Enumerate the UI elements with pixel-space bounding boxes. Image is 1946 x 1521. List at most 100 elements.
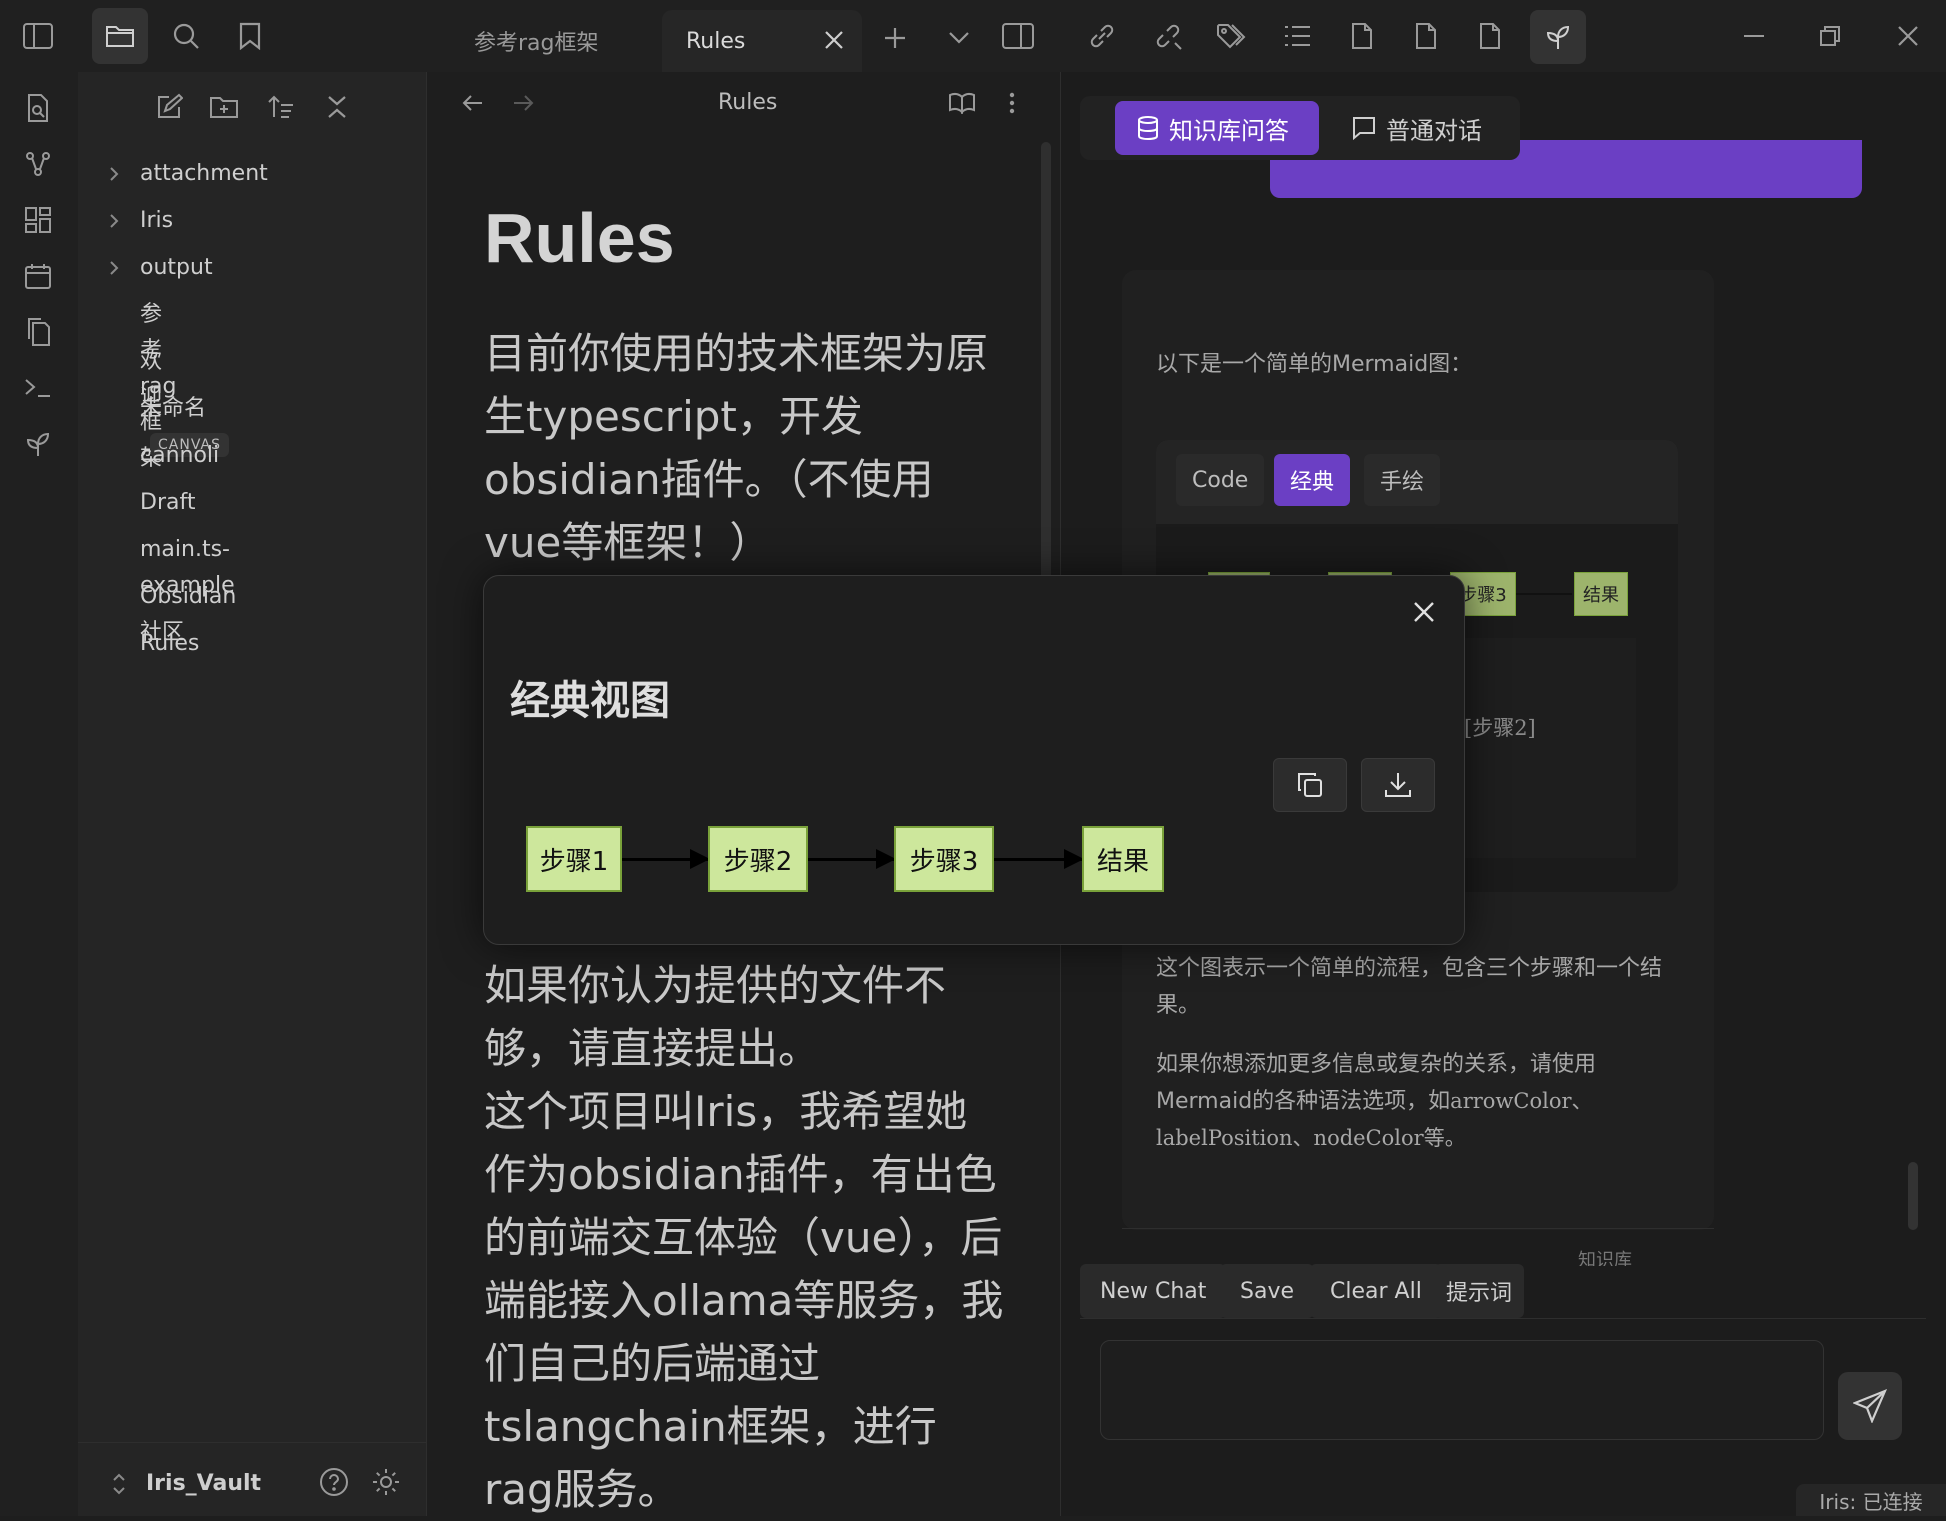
tree-item-obsidian-community[interactable]: Obsidian社区: [140, 579, 236, 645]
tree-item-welcome[interactable]: 欢迎: [140, 344, 162, 410]
graph-view-icon[interactable]: [10, 136, 66, 192]
copy-icon: [1298, 773, 1322, 797]
close-window-icon[interactable]: [1884, 16, 1932, 56]
bookmark-icon[interactable]: [222, 8, 278, 64]
new-folder-icon[interactable]: [205, 88, 243, 126]
tree-item-label: 未命名: [140, 396, 207, 421]
tab-label: Rules: [686, 28, 746, 54]
prompts-button[interactable]: 提示词: [1434, 1264, 1525, 1318]
open-quick-switcher-icon[interactable]: [10, 80, 66, 136]
paragraph-ask-files: 如果你认为提供的文件不够，请直接提出。: [484, 961, 947, 1073]
minimize-icon[interactable]: [1730, 16, 1778, 56]
divider: [1122, 1228, 1714, 1229]
restore-icon[interactable]: [1806, 16, 1854, 56]
mode-knowledge-base-button[interactable]: 知识库问答: [1115, 101, 1319, 155]
clear-all-button[interactable]: Clear All: [1310, 1264, 1442, 1318]
arrowhead: [1064, 849, 1084, 869]
tree-item-main-ts-example[interactable]: main.ts-example: [140, 532, 235, 598]
tree-item-attachment[interactable]: attachment: [140, 156, 268, 192]
vault-name[interactable]: Iris_Vault: [146, 1468, 261, 1500]
unlink-icon[interactable]: [1146, 16, 1190, 56]
flow-node-step1: 步骤1: [526, 826, 622, 892]
tree-item-iris[interactable]: Iris: [140, 203, 173, 239]
mode-normal-chat-button[interactable]: 普通对话: [1330, 101, 1510, 155]
file-icon[interactable]: [1468, 16, 1512, 56]
paragraph-project-desc: 这个项目叫Iris，我希望她作为obsidian插件，有出色的前端交互体验（vu…: [484, 1087, 1004, 1514]
mermaid-tabs: Code 经典 手绘: [1156, 440, 1678, 524]
search-icon[interactable]: [158, 8, 214, 64]
tree-item-cannoli[interactable]: cannoli: [140, 438, 219, 474]
send-icon: [1853, 1389, 1887, 1423]
mermaid-tab-sketch[interactable]: 手绘: [1364, 454, 1441, 506]
tree-item-output[interactable]: output: [140, 250, 213, 286]
message-desc: 这个图表示一个简单的流程，包含三个步骤和一个结果。: [1156, 956, 1663, 1018]
sprout-icon[interactable]: [1530, 10, 1586, 64]
mermaid-arrow: [1516, 593, 1572, 595]
chevron-right-icon[interactable]: [108, 156, 126, 192]
tree-item-untitled[interactable]: 未命名CANVAS: [140, 391, 229, 457]
chat-input[interactable]: [1100, 1340, 1824, 1440]
mermaid-node-result: 结果: [1574, 572, 1628, 616]
message-intro: 以下是一个简单的Mermaid图：: [1156, 352, 1473, 377]
copy-button[interactable]: [1273, 758, 1347, 812]
mode-label: 普通对话: [1386, 116, 1482, 145]
help-icon[interactable]: [316, 1464, 352, 1500]
canvas-icon[interactable]: [10, 192, 66, 248]
flow-node-step2: 步骤2: [708, 826, 808, 892]
new-tab-icon[interactable]: [880, 20, 910, 56]
download-button[interactable]: [1361, 758, 1435, 812]
page-heading: Rules: [484, 199, 675, 277]
mermaid-tab-code[interactable]: Code: [1176, 454, 1265, 506]
chat-bubble-icon: [1353, 117, 1375, 140]
file-icon[interactable]: [1340, 16, 1384, 56]
mermaid-tab-classic[interactable]: 经典: [1274, 454, 1351, 506]
list-icon[interactable]: [1276, 16, 1320, 56]
link-icon[interactable]: [1080, 16, 1124, 56]
sort-icon[interactable]: [262, 88, 300, 126]
close-tab-icon[interactable]: [824, 30, 844, 50]
tab-reference-rag[interactable]: 参考rag框架: [450, 10, 660, 72]
back-arrow-icon[interactable]: [458, 86, 488, 120]
code-preview: [1446, 638, 1636, 858]
collapse-all-icon[interactable]: [318, 88, 356, 126]
file-icon[interactable]: [1404, 16, 1448, 56]
tags-icon[interactable]: [1210, 16, 1254, 56]
chevron-right-icon[interactable]: [108, 250, 126, 286]
terminal-icon[interactable]: [10, 360, 66, 416]
download-icon: [1385, 773, 1411, 797]
tab-rules[interactable]: Rules: [662, 10, 862, 72]
divider: [1080, 1318, 1926, 1319]
sprout-icon[interactable]: [10, 416, 66, 472]
mode-switcher: 知识库问答 普通对话: [1080, 96, 1520, 160]
more-options-icon[interactable]: [1000, 86, 1024, 120]
split-view-icon[interactable]: [998, 18, 1038, 54]
arrowhead: [690, 849, 710, 869]
tree-item-rules[interactable]: Rules: [140, 626, 199, 662]
close-icon[interactable]: [1404, 592, 1444, 632]
editor-scrollbar[interactable]: [1041, 142, 1051, 582]
database-icon: [1138, 116, 1158, 141]
tree-item-draft[interactable]: Draft: [140, 485, 195, 521]
sidebar-toggle-icon[interactable]: [10, 8, 66, 64]
send-button[interactable]: [1838, 1372, 1902, 1440]
vault-switch-icon[interactable]: [106, 1468, 132, 1500]
chat-scrollbar[interactable]: [1908, 1162, 1918, 1230]
new-note-icon[interactable]: [150, 88, 188, 126]
tree-item-reference-rag[interactable]: 参考rag框架: [140, 297, 177, 471]
status-bar-text: Iris: 已连接: [1796, 1484, 1946, 1516]
divider: [78, 1442, 426, 1443]
note-title[interactable]: Rules: [718, 90, 777, 115]
copy-files-icon[interactable]: [10, 304, 66, 360]
mode-label: 知识库问答: [1169, 116, 1289, 145]
calendar-icon[interactable]: [10, 248, 66, 304]
save-button[interactable]: Save: [1220, 1264, 1315, 1318]
forward-arrow-icon[interactable]: [508, 86, 538, 120]
flow-node-step3: 步骤3: [894, 826, 994, 892]
chevron-right-icon[interactable]: [108, 203, 126, 239]
folder-icon[interactable]: [92, 8, 148, 64]
reading-view-icon[interactable]: [944, 86, 980, 120]
modal-title: 经典视图: [510, 678, 670, 724]
new-chat-button[interactable]: New Chat: [1080, 1264, 1227, 1318]
settings-gear-icon[interactable]: [368, 1464, 404, 1500]
chevron-down-icon[interactable]: [944, 20, 974, 56]
